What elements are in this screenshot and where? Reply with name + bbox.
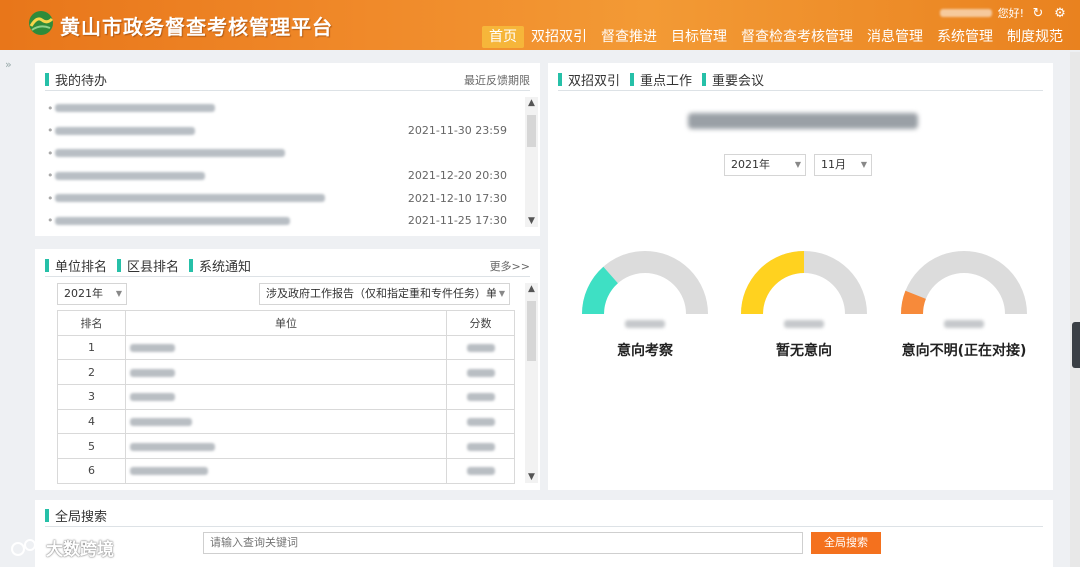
table-row[interactable]: 4 [57, 408, 515, 435]
tab-county-ranking[interactable]: 区县排名 [117, 256, 179, 275]
tab-global-search[interactable]: 全局搜索 [45, 506, 107, 525]
ranking-panel: 单位排名 区县排名 系统通知 更多>> 2021年 ▼ 涉及政府工作报告（仅和指定… [35, 249, 540, 490]
nav-item-supervision[interactable]: 督查推进 [594, 26, 664, 48]
overview-title-blurred [688, 113, 918, 129]
nav-item-regulations[interactable]: 制度规范 [1000, 26, 1070, 48]
gauge-chart [582, 251, 708, 315]
tab-key-work[interactable]: 重点工作 [630, 70, 692, 89]
side-drawer-handle[interactable] [1072, 322, 1080, 368]
top-header: 黄山市政务督查考核管理平台 您好! ↻ ⚙ 首页 双招双引 督查推进 目标管理 … [0, 0, 1080, 50]
chevron-down-icon: ▼ [115, 289, 122, 298]
table-row[interactable]: 5 [57, 433, 515, 460]
expand-sidebar-icon[interactable]: » [5, 58, 12, 71]
tab-my-todo[interactable]: 我的待办 [45, 70, 107, 89]
gauge-intent-inspection: 意向考察 [575, 248, 715, 359]
tab-system-notice[interactable]: 系统通知 [189, 256, 251, 275]
table-row[interactable]: 3 [57, 384, 515, 410]
year-select[interactable]: 2021年 ▼ [724, 154, 806, 176]
list-item[interactable]: • 2021-11-30 23:59 [47, 120, 507, 143]
scroll-up-icon[interactable]: ▲ [525, 97, 538, 109]
scroll-down-icon[interactable]: ▼ [525, 215, 538, 227]
recent-deadline-link[interactable]: 最近反馈期限 [464, 72, 530, 88]
todo-scrollbar[interactable]: ▲ ▼ [525, 97, 538, 227]
nav-item-goals[interactable]: 目标管理 [664, 26, 734, 48]
investment-panel-header: 双招双引 重点工作 重要会议 [558, 69, 1043, 91]
column-header-rank: 排名 [57, 310, 126, 336]
ranking-table: 排名 单位 分数 1 2 3 4 5 6 [57, 310, 515, 484]
gauge-intent-unclear: 意向不明(正在对接) [894, 248, 1034, 359]
gauge-track [901, 251, 1027, 315]
nav-item-system[interactable]: 系统管理 [930, 26, 1000, 48]
app-title: 黄山市政务督查考核管理平台 [60, 15, 333, 39]
gauge-count-blurred [784, 320, 824, 328]
scroll-down-icon[interactable]: ▼ [525, 471, 538, 483]
gauge-no-intent: 暂无意向 [734, 248, 874, 359]
table-row[interactable]: 2 [57, 359, 515, 386]
tab-important-meetings[interactable]: 重要会议 [702, 70, 764, 89]
gear-icon[interactable]: ⚙ [1052, 5, 1068, 21]
chevron-down-icon: ▼ [495, 284, 505, 304]
list-item[interactable]: • 2021-12-20 20:30 [47, 165, 507, 188]
tab-dual-recruit[interactable]: 双招双引 [558, 70, 620, 89]
more-link[interactable]: 更多>> [490, 258, 530, 274]
main-nav: 首页 双招双引 督查推进 目标管理 督查检查考核管理 消息管理 系统管理 制度规… [482, 26, 1070, 48]
gauge-fill [741, 251, 805, 315]
refresh-icon[interactable]: ↻ [1030, 5, 1046, 21]
todo-panel: 我的待办 最近反馈期限 • • 2021-11-30 23:59 • • 2021-… [35, 63, 540, 236]
month-select[interactable]: 11月 ▼ [814, 154, 872, 176]
search-panel-header: 全局搜索 [45, 505, 1043, 527]
logo-icon [29, 11, 54, 35]
list-item[interactable]: • [47, 97, 507, 120]
scroll-thumb[interactable] [527, 301, 536, 361]
chevron-down-icon: ▼ [794, 160, 801, 169]
nav-item-messages[interactable]: 消息管理 [860, 26, 930, 48]
scroll-up-icon[interactable]: ▲ [525, 283, 538, 295]
table-row[interactable]: 1 [57, 334, 515, 361]
todo-list: • • 2021-11-30 23:59 • • 2021-12-20 20:30 … [47, 97, 507, 232]
investment-panel: 双招双引 重点工作 重要会议 2021年 ▼ 11月 ▼ 意向考察 暂无意向 意向不… [548, 63, 1053, 490]
gauge-chart [901, 251, 1027, 315]
ranking-scrollbar[interactable]: ▲ ▼ [525, 283, 538, 483]
gauge-fill [901, 290, 927, 315]
gauge-label: 暂无意向 [776, 343, 832, 359]
global-search-panel: 全局搜索 全局搜索 [35, 500, 1053, 567]
tab-unit-ranking[interactable]: 单位排名 [45, 256, 107, 275]
nav-item-home[interactable]: 首页 [482, 26, 524, 48]
gauge-chart [741, 251, 867, 315]
ranking-panel-header: 单位排名 区县排名 系统通知 更多>> [45, 255, 530, 277]
username-blurred [939, 9, 992, 17]
year-select[interactable]: 2021年 ▼ [57, 283, 127, 305]
column-header-unit: 单位 [125, 310, 447, 336]
table-row[interactable]: 6 [57, 458, 515, 484]
list-item[interactable]: • 2021-12-10 17:30 [47, 187, 507, 210]
gauge-fill [582, 266, 619, 315]
search-button[interactable]: 全局搜索 [811, 532, 881, 554]
nav-item-inspection[interactable]: 督查检查考核管理 [734, 26, 860, 48]
scroll-thumb[interactable] [527, 115, 536, 147]
watermark-logo-icon [11, 538, 36, 556]
gauge-label: 意向考察 [617, 343, 673, 359]
search-input[interactable] [203, 532, 803, 554]
column-header-score: 分数 [446, 310, 515, 336]
todo-panel-header: 我的待办 最近反馈期限 [45, 69, 530, 91]
page-scrollbar[interactable] [1070, 52, 1080, 567]
list-item[interactable]: • [47, 142, 507, 165]
gauge-count-blurred [944, 320, 984, 328]
watermark: 大数跨境 [10, 535, 114, 560]
chevron-down-icon: ▼ [860, 160, 867, 169]
watermark-text: 大数跨境 [46, 540, 114, 560]
nav-item-dual-recruit[interactable]: 双招双引 [524, 26, 594, 48]
greeting-text: 您好! [997, 7, 1024, 20]
list-item[interactable]: • 2021-11-25 17:30 [47, 210, 507, 233]
table-header-row: 排名 单位 分数 [57, 310, 515, 336]
category-select[interactable]: 涉及政府工作报告（仅和指定重和专件任务）单 ▼ [259, 283, 510, 305]
gauge-label: 意向不明(正在对接) [901, 343, 1027, 359]
user-area: 您好! ↻ ⚙ [939, 4, 1068, 22]
gauge-count-blurred [625, 320, 665, 328]
